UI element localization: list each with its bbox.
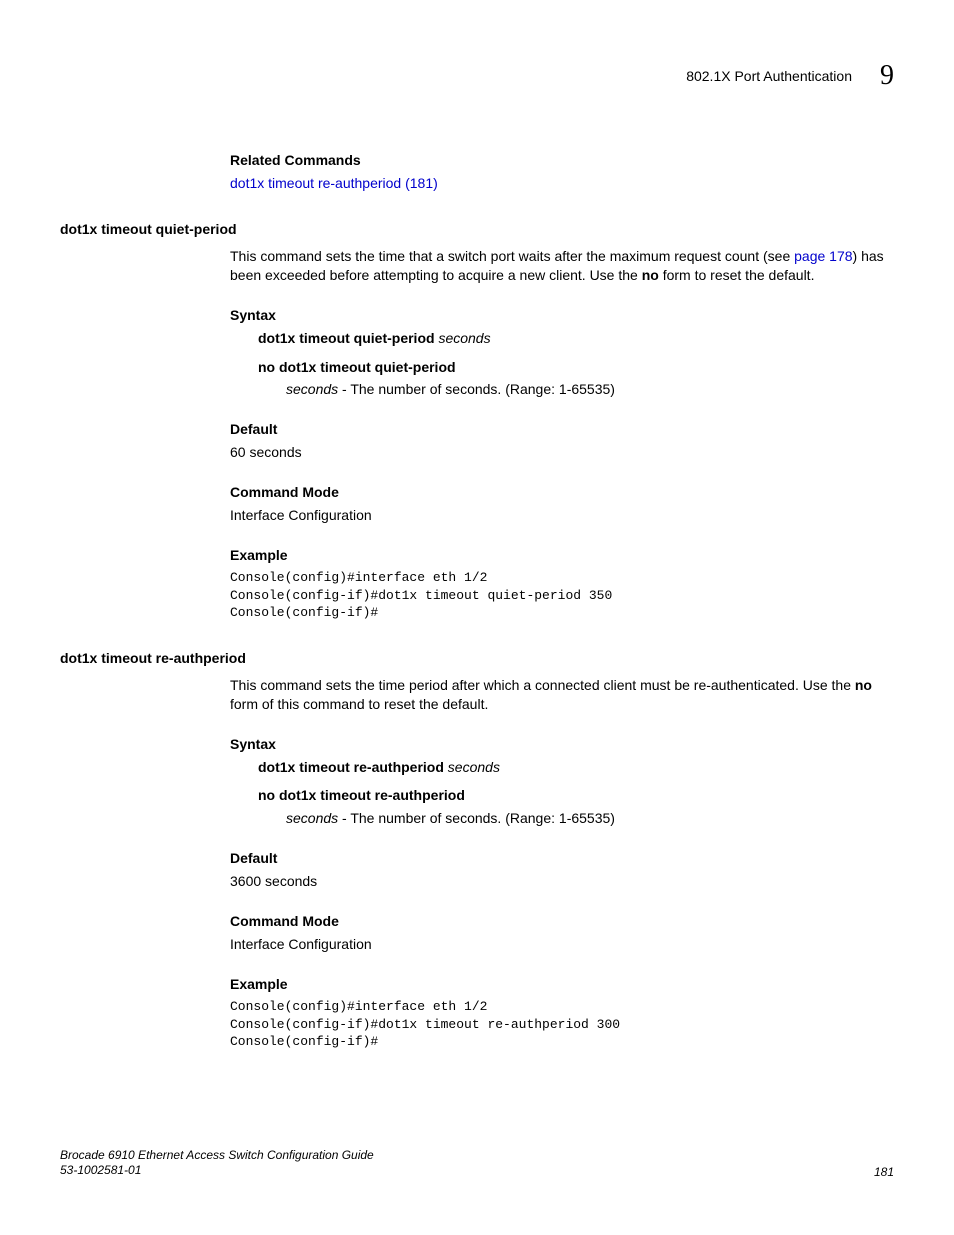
related-commands-heading: Related Commands xyxy=(230,152,894,168)
page-header: 802.1X Port Authentication 9 xyxy=(60,60,894,92)
argument-description: seconds - The number of seconds. (Range:… xyxy=(286,380,894,399)
default-heading: Default xyxy=(230,850,894,866)
syntax-command: dot1x timeout re-authperiod xyxy=(258,759,444,775)
syntax-argument: seconds xyxy=(438,330,490,346)
arg-name: seconds xyxy=(286,381,338,397)
header-section-title: 802.1X Port Authentication xyxy=(686,68,852,84)
footer-guide-title: Brocade 6910 Ethernet Access Switch Conf… xyxy=(60,1148,374,1164)
command-mode-value: Interface Configuration xyxy=(230,935,894,954)
example-heading: Example xyxy=(230,976,894,992)
header-chapter-number: 9 xyxy=(880,60,894,92)
command-description: This command sets the time period after … xyxy=(230,676,894,714)
argument-description: seconds - The number of seconds. (Range:… xyxy=(286,809,894,828)
keyword-no: no xyxy=(642,267,659,283)
syntax-heading: Syntax xyxy=(230,307,894,323)
example-heading: Example xyxy=(230,547,894,563)
syntax-line: dot1x timeout quiet-period seconds xyxy=(258,329,894,348)
command-title-quiet-period: dot1x timeout quiet-period xyxy=(60,221,894,237)
syntax-heading: Syntax xyxy=(230,736,894,752)
command-mode-heading: Command Mode xyxy=(230,484,894,500)
desc-text: This command sets the time period after … xyxy=(230,677,855,693)
arg-desc: - The number of seconds. (Range: 1-65535… xyxy=(338,810,615,826)
command-mode-heading: Command Mode xyxy=(230,913,894,929)
syntax-argument: seconds xyxy=(448,759,500,775)
footer-page-number: 181 xyxy=(874,1165,894,1179)
desc-text: form to reset the default. xyxy=(659,267,815,283)
syntax-no-form: no dot1x timeout quiet-period xyxy=(258,359,456,375)
command-description: This command sets the time that a switch… xyxy=(230,247,894,285)
footer-doc-number: 53-1002581-01 xyxy=(60,1163,374,1179)
command-mode-value: Interface Configuration xyxy=(230,506,894,525)
example-code-block: Console(config)#interface eth 1/2 Consol… xyxy=(230,569,894,622)
default-value: 60 seconds xyxy=(230,443,894,462)
desc-text: form of this command to reset the defaul… xyxy=(230,696,488,712)
related-command-link[interactable]: dot1x timeout re-authperiod (181) xyxy=(230,175,438,191)
syntax-command: dot1x timeout quiet-period xyxy=(258,330,435,346)
arg-name: seconds xyxy=(286,810,338,826)
page-link[interactable]: page 178 xyxy=(794,248,852,264)
arg-desc: - The number of seconds. (Range: 1-65535… xyxy=(338,381,615,397)
command-title-reauthperiod: dot1x timeout re-authperiod xyxy=(60,650,894,666)
default-value: 3600 seconds xyxy=(230,872,894,891)
page-footer: Brocade 6910 Ethernet Access Switch Conf… xyxy=(60,1148,894,1179)
desc-text: This command sets the time that a switch… xyxy=(230,248,794,264)
syntax-line: dot1x timeout re-authperiod seconds xyxy=(258,758,894,777)
keyword-no: no xyxy=(855,677,872,693)
default-heading: Default xyxy=(230,421,894,437)
example-code-block: Console(config)#interface eth 1/2 Consol… xyxy=(230,998,894,1051)
syntax-no-form: no dot1x timeout re-authperiod xyxy=(258,787,465,803)
